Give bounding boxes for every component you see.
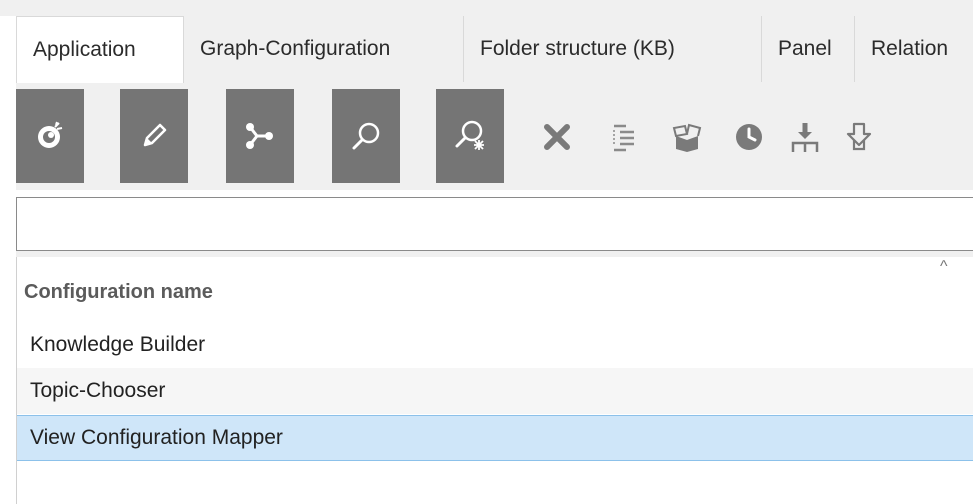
new-bomb-icon [38, 121, 63, 148]
tab-folder-structure[interactable]: Folder structure (KB) [464, 16, 762, 82]
graph-button[interactable] [226, 89, 294, 183]
list-item-selected[interactable]: View Configuration Mapper [17, 415, 973, 461]
search-sparkle-icon [455, 120, 484, 150]
tab-panel[interactable]: Panel [762, 16, 855, 82]
indent-list-icon [613, 124, 634, 152]
toolbar [16, 82, 973, 190]
tab-bar: Application Graph-Configuration Folder s… [16, 16, 973, 83]
tab-graph-configuration[interactable]: Graph-Configuration [184, 16, 464, 82]
window-top-band [0, 0, 973, 16]
delete-button[interactable] [532, 112, 582, 162]
merge-button[interactable] [780, 112, 830, 162]
export-button[interactable] [834, 112, 884, 162]
export-arrow-icon [846, 122, 872, 151]
history-button[interactable] [724, 112, 774, 162]
new-configuration-button[interactable] [16, 89, 84, 183]
graph-nodes-icon [246, 123, 273, 149]
open-box-icon [672, 123, 702, 152]
edit-button[interactable] [120, 89, 188, 183]
search-button[interactable] [332, 89, 400, 183]
pencil-icon [143, 123, 167, 147]
list-item[interactable]: Knowledge Builder [17, 322, 973, 368]
tab-relation[interactable]: Relation [855, 16, 973, 82]
list-item[interactable]: Topic-Chooser [17, 368, 973, 414]
search-input[interactable] [16, 197, 973, 251]
delete-x-icon [544, 124, 570, 150]
clock-icon [736, 124, 762, 150]
search-icon [352, 122, 380, 150]
column-header-configuration-name[interactable]: Configuration name [24, 281, 213, 304]
tab-application[interactable]: Application [16, 16, 184, 83]
indent-list-button[interactable] [600, 112, 650, 162]
merge-down-icon [791, 123, 819, 152]
advanced-search-button[interactable] [436, 89, 504, 183]
sort-indicator-icon[interactable]: ^ [940, 258, 948, 276]
open-box-button[interactable] [662, 112, 712, 162]
